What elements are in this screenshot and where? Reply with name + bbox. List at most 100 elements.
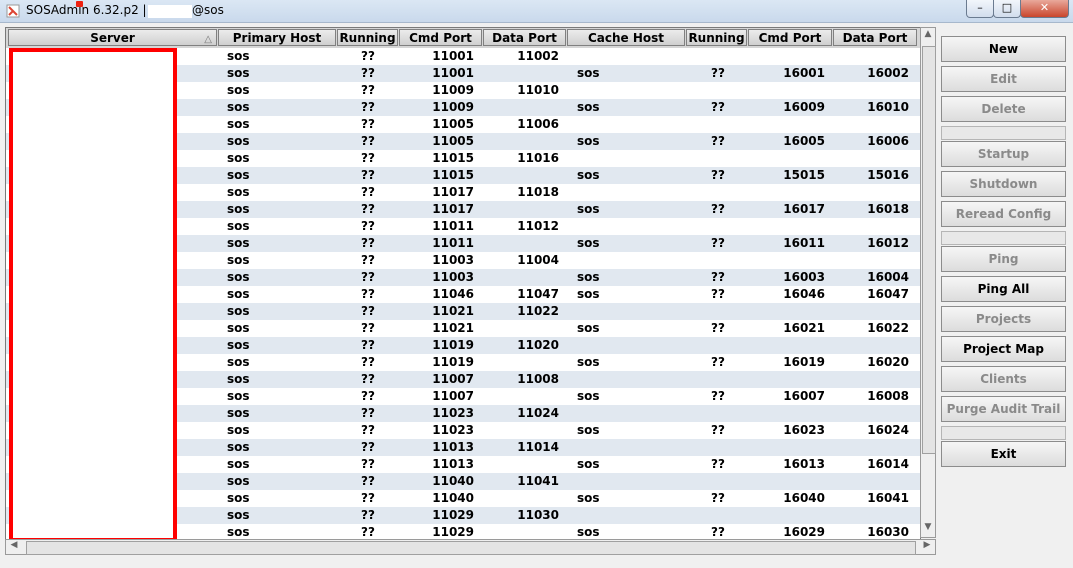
edit-button[interactable]: Edit (941, 66, 1066, 92)
column-header-data-port[interactable]: Data Port (483, 29, 566, 46)
column-header-server[interactable]: Server △ (8, 29, 217, 46)
button-separator (941, 426, 1066, 440)
table-cell-host: sos (227, 491, 250, 505)
table-cell-data (492, 65, 559, 82)
table-cell-ccmd (758, 218, 825, 235)
table-cell-cmd: 11007 (432, 389, 474, 403)
table-cell-host: sos (227, 508, 250, 522)
table-cell-ccmd: 16040 (783, 491, 825, 505)
table-cell-crun: ?? (711, 389, 725, 403)
table-cell-cmd: 11019 (432, 355, 474, 369)
column-header-cache-host[interactable]: Cache Host (567, 29, 685, 46)
table-cell-ccmd: 16001 (783, 66, 825, 80)
table-cell-ccmd: 16011 (783, 236, 825, 250)
table-cell-running: ?? (361, 202, 375, 216)
table-cell-cdata (842, 184, 909, 201)
table-cell-cmd: 11009 (432, 100, 474, 114)
table-cell-chost (577, 252, 677, 269)
column-header-cmd-port[interactable]: Cmd Port (399, 29, 482, 46)
column-header-cache-data-port[interactable]: Data Port (833, 29, 917, 46)
table-cell-chost (577, 82, 677, 99)
table-cell-running: ?? (361, 168, 375, 182)
column-header-running[interactable]: Running (337, 29, 398, 46)
horizontal-scroll-thumb[interactable] (26, 541, 916, 555)
table-cell-chost: sos (577, 270, 600, 284)
scroll-right-icon[interactable]: ▶ (920, 540, 934, 554)
table-cell-host: sos (227, 168, 250, 182)
table-cell-cdata (842, 150, 909, 167)
column-header-primary-host[interactable]: Primary Host (218, 29, 336, 46)
scroll-left-icon[interactable]: ◀ (7, 540, 21, 554)
vertical-scrollbar[interactable]: ▲ ▼ (920, 27, 936, 538)
horizontal-scrollbar[interactable]: ◀ ▶ (5, 539, 936, 555)
table-cell-data (492, 201, 559, 218)
table-cell-data: 11010 (517, 83, 559, 97)
table-cell-cmd: 11021 (432, 321, 474, 335)
shutdown-button[interactable]: Shutdown (941, 171, 1066, 197)
startup-button[interactable]: Startup (941, 141, 1066, 167)
purge-audit-trail-button[interactable]: Purge Audit Trail (941, 396, 1066, 422)
table-cell-cdata: 16006 (867, 134, 909, 148)
scroll-up-icon[interactable]: ▲ (922, 29, 934, 43)
ping-button[interactable]: Ping (941, 246, 1066, 272)
table-cell-ccmd: 16046 (783, 287, 825, 301)
column-header-cache-cmd-port[interactable]: Cmd Port (748, 29, 832, 46)
projects-button[interactable]: Projects (941, 306, 1066, 332)
minimize-button[interactable]: – (966, 0, 994, 18)
ping-all-button[interactable]: Ping All (941, 276, 1066, 302)
table-cell-running: ?? (361, 304, 375, 318)
table-cell-running: ?? (361, 389, 375, 403)
table-cell-cdata: 16047 (867, 287, 909, 301)
table-cell-crun (690, 303, 746, 320)
table-cell-data (492, 354, 559, 371)
table-cell-data: 11030 (517, 508, 559, 522)
table-cell-cmd: 11023 (432, 406, 474, 420)
clients-button[interactable]: Clients (941, 366, 1066, 392)
vertical-scroll-thumb[interactable] (922, 46, 936, 454)
table-cell-crun (690, 337, 746, 354)
table-cell-running: ?? (361, 270, 375, 284)
table-cell-chost: sos (577, 134, 600, 148)
window-user-suffix: @sos (192, 3, 224, 17)
new-button[interactable]: New (941, 36, 1066, 62)
table-cell-chost: sos (577, 389, 600, 403)
table-cell-running: ?? (361, 355, 375, 369)
table-cell-cdata: 16008 (867, 389, 909, 403)
table-cell-data (492, 388, 559, 405)
reread-config-button[interactable]: Reread Config (941, 201, 1066, 227)
column-header-cache-running[interactable]: Running (686, 29, 747, 46)
table-cell-host: sos (227, 338, 250, 352)
table-cell-cdata (842, 337, 909, 354)
table-cell-ccmd (758, 150, 825, 167)
exit-button[interactable]: Exit (941, 441, 1066, 467)
table-cell-ccmd: 15015 (783, 168, 825, 182)
table-cell-cmd: 11046 (432, 287, 474, 301)
table-cell-chost (577, 371, 677, 388)
table-cell-host: sos (227, 236, 250, 250)
table-cell-crun: ?? (711, 236, 725, 250)
table-cell-crun: ?? (711, 66, 725, 80)
table-cell-running: ?? (361, 83, 375, 97)
table-cell-host: sos (227, 321, 250, 335)
table-cell-cdata: 16024 (867, 423, 909, 437)
table-cell-ccmd (758, 303, 825, 320)
sort-ascending-icon: △ (204, 34, 212, 45)
table-cell-ccmd: 16021 (783, 321, 825, 335)
table-cell-ccmd (758, 252, 825, 269)
table-cell-cmd: 11005 (432, 134, 474, 148)
table-cell-ccmd (758, 405, 825, 422)
table-cell-cmd: 11011 (432, 236, 474, 250)
table-cell-ccmd (758, 507, 825, 524)
table-cell-data: 11018 (517, 185, 559, 199)
delete-button[interactable]: Delete (941, 96, 1066, 122)
table-cell-host: sos (227, 66, 250, 80)
project-map-button[interactable]: Project Map (941, 336, 1066, 362)
scroll-down-icon[interactable]: ▼ (922, 522, 934, 536)
maximize-button[interactable]: □ (993, 0, 1021, 18)
table-cell-running: ?? (361, 185, 375, 199)
table-cell-cdata (842, 218, 909, 235)
table-cell-crun (690, 473, 746, 490)
table-cell-ccmd: 16019 (783, 355, 825, 369)
close-button[interactable]: ✕ (1020, 0, 1069, 18)
table-cell-host: sos (227, 49, 250, 63)
